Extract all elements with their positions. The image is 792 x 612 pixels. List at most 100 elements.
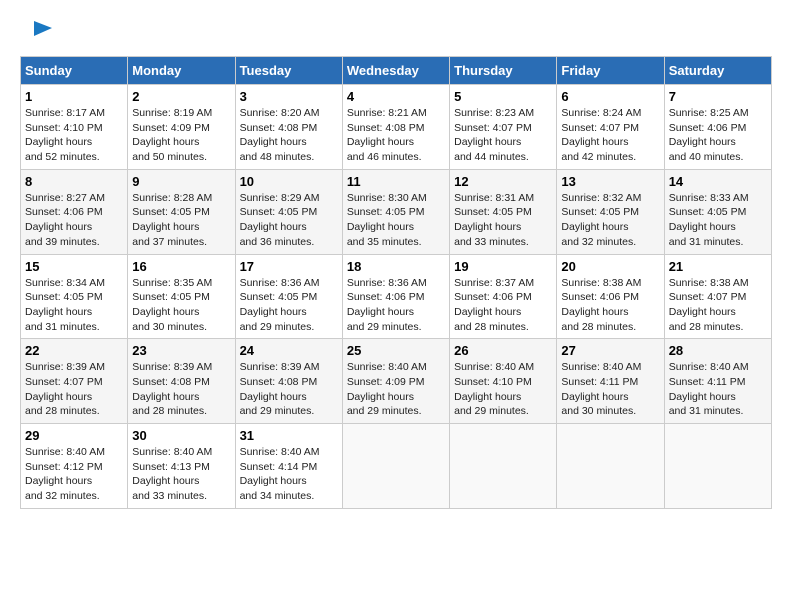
day-of-week-header: Saturday: [664, 57, 771, 85]
calendar-table: SundayMondayTuesdayWednesdayThursdayFrid…: [20, 56, 772, 509]
day-of-week-header: Friday: [557, 57, 664, 85]
calendar-week-row: 29Sunrise: 8:40 AMSunset: 4:12 PMDayligh…: [21, 424, 772, 509]
day-detail: Sunrise: 8:40 AMSunset: 4:09 PMDaylight …: [347, 360, 445, 419]
calendar-cell: 12 Sunrise: 8:31 AMSunset: 4:05 PMDayligh…: [450, 169, 557, 254]
calendar-cell: 5 Sunrise: 8:23 AMSunset: 4:07 PMDaylight…: [450, 85, 557, 170]
day-number: 13: [561, 174, 659, 189]
day-detail: Sunrise: 8:40 AMSunset: 4:10 PMDaylight …: [454, 360, 552, 419]
calendar-cell: 11 Sunrise: 8:30 AMSunset: 4:05 PMDayligh…: [342, 169, 449, 254]
day-number: 5: [454, 89, 552, 104]
day-number: 24: [240, 343, 338, 358]
page-header: [20, 20, 772, 46]
day-detail: Sunrise: 8:36 AMSunset: 4:06 PMDaylight …: [347, 276, 445, 335]
day-of-week-header: Monday: [128, 57, 235, 85]
day-number: 26: [454, 343, 552, 358]
day-detail: Sunrise: 8:27 AMSunset: 4:06 PMDaylight …: [25, 191, 123, 250]
day-detail: Sunrise: 8:34 AMSunset: 4:05 PMDaylight …: [25, 276, 123, 335]
day-detail: Sunrise: 8:17 AMSunset: 4:10 PMDaylight …: [25, 106, 123, 165]
day-number: 17: [240, 259, 338, 274]
calendar-cell: 30 Sunrise: 8:40 AMSunset: 4:13 PMDayligh…: [128, 424, 235, 509]
calendar-cell: 29Sunrise: 8:40 AMSunset: 4:12 PMDayligh…: [21, 424, 128, 509]
day-of-week-header: Tuesday: [235, 57, 342, 85]
day-detail: Sunrise: 8:20 AMSunset: 4:08 PMDaylight …: [240, 106, 338, 165]
day-number: 9: [132, 174, 230, 189]
day-detail: Sunrise: 8:39 AMSunset: 4:08 PMDaylight …: [240, 360, 338, 419]
day-number: 30: [132, 428, 230, 443]
day-detail: Sunrise: 8:24 AMSunset: 4:07 PMDaylight …: [561, 106, 659, 165]
calendar-cell: 8 Sunrise: 8:27 AMSunset: 4:06 PMDaylight…: [21, 169, 128, 254]
calendar-cell: 21 Sunrise: 8:38 AMSunset: 4:07 PMDayligh…: [664, 254, 771, 339]
day-number: 4: [347, 89, 445, 104]
day-detail: Sunrise: 8:39 AMSunset: 4:07 PMDaylight …: [25, 360, 123, 419]
calendar-cell: [450, 424, 557, 509]
calendar-cell: 26 Sunrise: 8:40 AMSunset: 4:10 PMDayligh…: [450, 339, 557, 424]
day-number: 23: [132, 343, 230, 358]
calendar-cell: 6Sunrise: 8:24 AMSunset: 4:07 PMDaylight…: [557, 85, 664, 170]
calendar-cell: 2 Sunrise: 8:19 AMSunset: 4:09 PMDaylight…: [128, 85, 235, 170]
day-number: 12: [454, 174, 552, 189]
calendar-cell: 19 Sunrise: 8:37 AMSunset: 4:06 PMDayligh…: [450, 254, 557, 339]
day-detail: Sunrise: 8:37 AMSunset: 4:06 PMDaylight …: [454, 276, 552, 335]
day-number: 18: [347, 259, 445, 274]
day-of-week-header: Thursday: [450, 57, 557, 85]
calendar-cell: 23 Sunrise: 8:39 AMSunset: 4:08 PMDayligh…: [128, 339, 235, 424]
calendar-cell: 24 Sunrise: 8:39 AMSunset: 4:08 PMDayligh…: [235, 339, 342, 424]
day-detail: Sunrise: 8:30 AMSunset: 4:05 PMDaylight …: [347, 191, 445, 250]
calendar-cell: 13 Sunrise: 8:32 AMSunset: 4:05 PMDayligh…: [557, 169, 664, 254]
day-number: 2: [132, 89, 230, 104]
day-detail: Sunrise: 8:23 AMSunset: 4:07 PMDaylight …: [454, 106, 552, 165]
day-detail: Sunrise: 8:39 AMSunset: 4:08 PMDaylight …: [132, 360, 230, 419]
day-number: 22: [25, 343, 123, 358]
day-number: 14: [669, 174, 767, 189]
day-detail: Sunrise: 8:40 AMSunset: 4:11 PMDaylight …: [669, 360, 767, 419]
calendar-header-row: SundayMondayTuesdayWednesdayThursdayFrid…: [21, 57, 772, 85]
day-detail: Sunrise: 8:36 AMSunset: 4:05 PMDaylight …: [240, 276, 338, 335]
calendar-cell: 1 Sunrise: 8:17 AMSunset: 4:10 PMDaylight…: [21, 85, 128, 170]
calendar-week-row: 22 Sunrise: 8:39 AMSunset: 4:07 PMDayligh…: [21, 339, 772, 424]
day-number: 25: [347, 343, 445, 358]
day-number: 28: [669, 343, 767, 358]
day-number: 21: [669, 259, 767, 274]
day-detail: Sunrise: 8:38 AMSunset: 4:07 PMDaylight …: [669, 276, 767, 335]
day-number: 19: [454, 259, 552, 274]
day-detail: Sunrise: 8:25 AMSunset: 4:06 PMDaylight …: [669, 106, 767, 165]
calendar-cell: 27Sunrise: 8:40 AMSunset: 4:11 PMDayligh…: [557, 339, 664, 424]
day-detail: Sunrise: 8:21 AMSunset: 4:08 PMDaylight …: [347, 106, 445, 165]
logo: [20, 20, 54, 46]
calendar-cell: 18 Sunrise: 8:36 AMSunset: 4:06 PMDayligh…: [342, 254, 449, 339]
day-number: 8: [25, 174, 123, 189]
day-of-week-header: Sunday: [21, 57, 128, 85]
calendar-cell: 16 Sunrise: 8:35 AMSunset: 4:05 PMDayligh…: [128, 254, 235, 339]
calendar-cell: 31Sunrise: 8:40 AMSunset: 4:14 PMDayligh…: [235, 424, 342, 509]
day-number: 27: [561, 343, 659, 358]
day-detail: Sunrise: 8:35 AMSunset: 4:05 PMDaylight …: [132, 276, 230, 335]
logo-icon: [24, 16, 54, 46]
day-number: 20: [561, 259, 659, 274]
calendar-cell: 3Sunrise: 8:20 AMSunset: 4:08 PMDaylight…: [235, 85, 342, 170]
day-detail: Sunrise: 8:40 AMSunset: 4:13 PMDaylight …: [132, 445, 230, 504]
calendar-cell: 15 Sunrise: 8:34 AMSunset: 4:05 PMDayligh…: [21, 254, 128, 339]
day-number: 15: [25, 259, 123, 274]
day-number: 1: [25, 89, 123, 104]
calendar-cell: 28 Sunrise: 8:40 AMSunset: 4:11 PMDayligh…: [664, 339, 771, 424]
calendar-cell: 10Sunrise: 8:29 AMSunset: 4:05 PMDayligh…: [235, 169, 342, 254]
day-number: 11: [347, 174, 445, 189]
calendar-cell: 22 Sunrise: 8:39 AMSunset: 4:07 PMDayligh…: [21, 339, 128, 424]
calendar-cell: [664, 424, 771, 509]
calendar-cell: 9 Sunrise: 8:28 AMSunset: 4:05 PMDaylight…: [128, 169, 235, 254]
day-number: 16: [132, 259, 230, 274]
calendar-cell: 4 Sunrise: 8:21 AMSunset: 4:08 PMDaylight…: [342, 85, 449, 170]
day-number: 10: [240, 174, 338, 189]
day-detail: Sunrise: 8:28 AMSunset: 4:05 PMDaylight …: [132, 191, 230, 250]
day-of-week-header: Wednesday: [342, 57, 449, 85]
day-detail: Sunrise: 8:38 AMSunset: 4:06 PMDaylight …: [561, 276, 659, 335]
calendar-week-row: 8 Sunrise: 8:27 AMSunset: 4:06 PMDaylight…: [21, 169, 772, 254]
day-number: 7: [669, 89, 767, 104]
day-detail: Sunrise: 8:19 AMSunset: 4:09 PMDaylight …: [132, 106, 230, 165]
calendar-cell: 25 Sunrise: 8:40 AMSunset: 4:09 PMDayligh…: [342, 339, 449, 424]
calendar-week-row: 15 Sunrise: 8:34 AMSunset: 4:05 PMDayligh…: [21, 254, 772, 339]
day-number: 29: [25, 428, 123, 443]
calendar-cell: 14Sunrise: 8:33 AMSunset: 4:05 PMDayligh…: [664, 169, 771, 254]
day-detail: Sunrise: 8:31 AMSunset: 4:05 PMDaylight …: [454, 191, 552, 250]
day-detail: Sunrise: 8:32 AMSunset: 4:05 PMDaylight …: [561, 191, 659, 250]
